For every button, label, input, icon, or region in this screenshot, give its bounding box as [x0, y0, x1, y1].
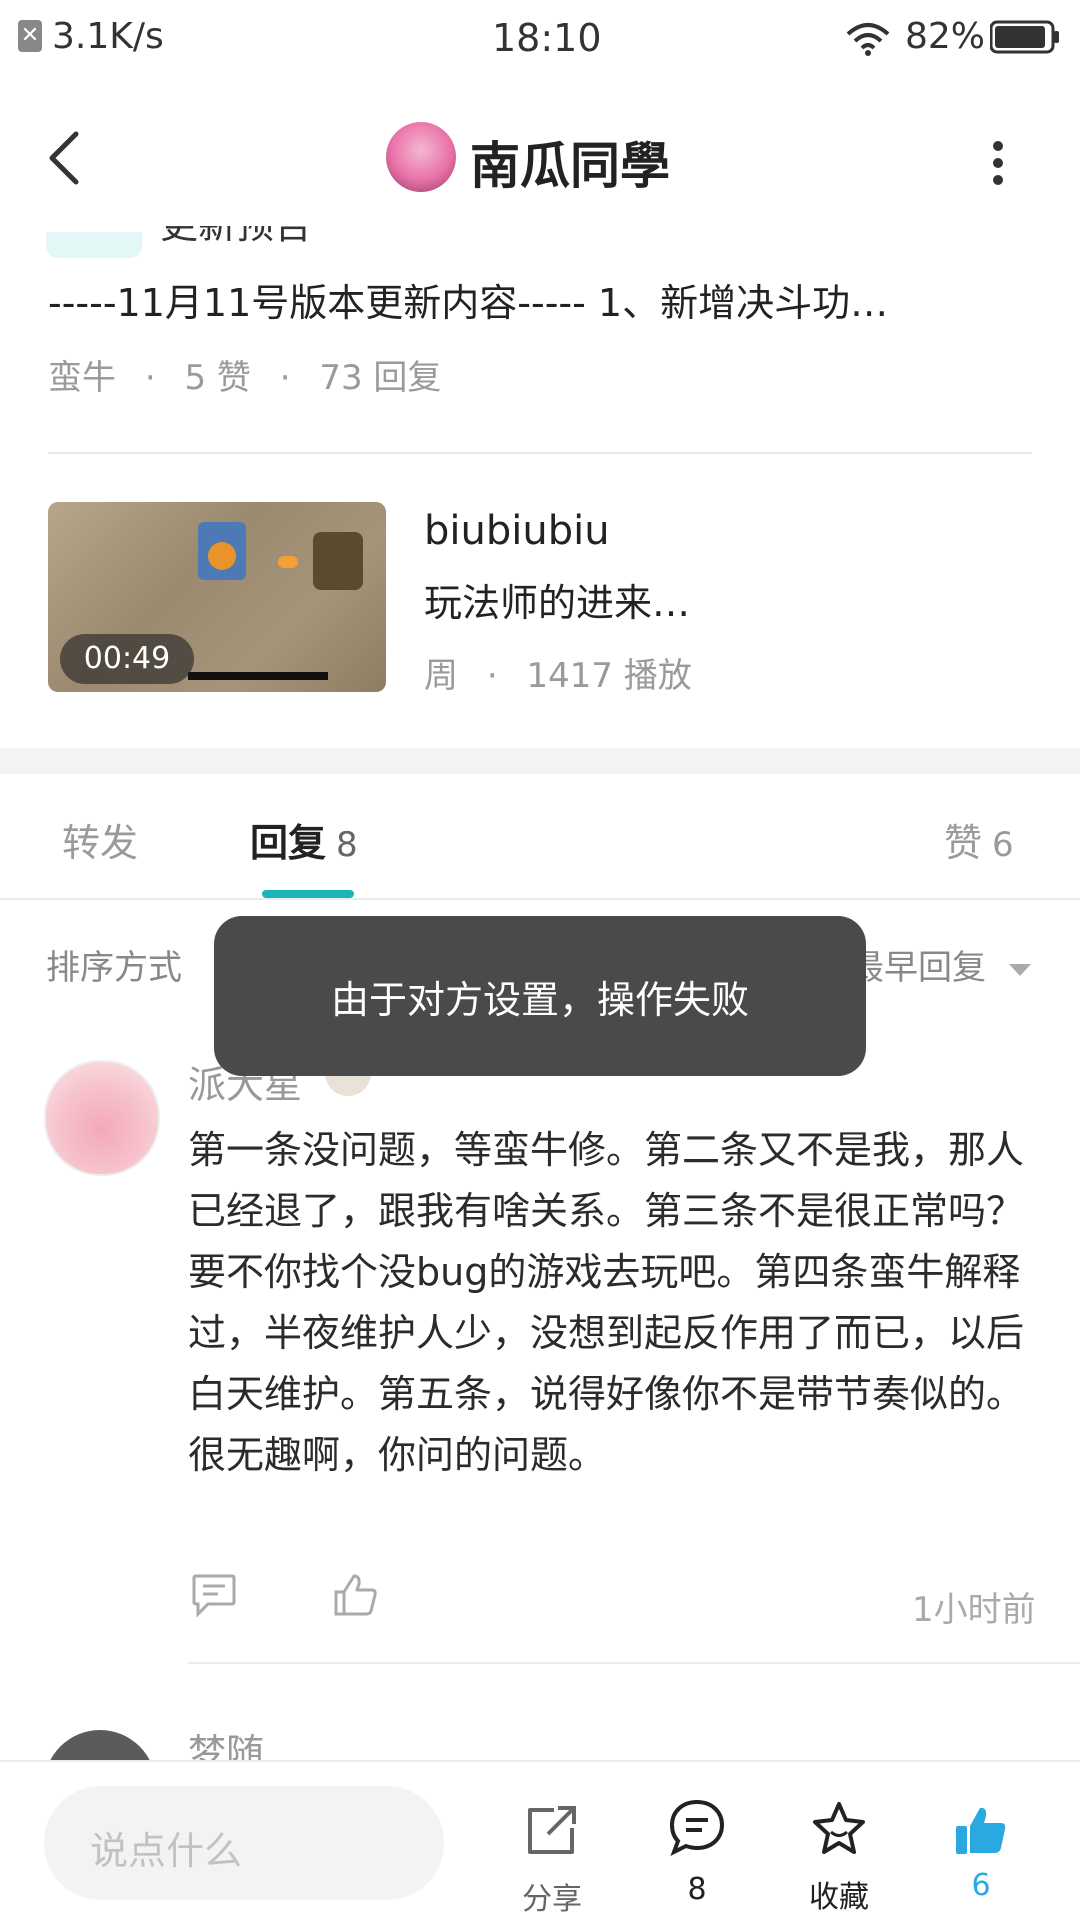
- post-author[interactable]: 蛮牛: [48, 358, 116, 398]
- tab-forward[interactable]: 转发: [62, 812, 138, 867]
- comments-icon[interactable]: [668, 1798, 726, 1856]
- video-duration: 00:49: [83, 641, 171, 676]
- reply-icon[interactable]: [190, 1572, 238, 1618]
- sort-label: 排序方式: [46, 948, 182, 988]
- battery-icon: [990, 20, 1059, 54]
- tab-likes-count: 6: [992, 825, 1014, 865]
- comment-author-2-text: 梦随: [188, 1731, 265, 1760]
- toast-message: 由于对方设置，操作失败: [214, 916, 866, 1076]
- tab-replies-count: 8: [336, 825, 358, 865]
- notification-icon: ✕: [18, 20, 42, 52]
- tab-likes[interactable]: 赞6: [944, 812, 1014, 867]
- video-title[interactable]: biubiubiu: [424, 508, 610, 554]
- divider: [48, 452, 1032, 454]
- status-bar: ✕ 3.1K/s 18:10 82%: [0, 0, 1080, 78]
- tab-active-indicator: [262, 890, 354, 898]
- post-meta: 蛮牛 · 5 赞 · 73 回复: [48, 358, 442, 398]
- tab-replies[interactable]: 回复 8: [250, 812, 358, 867]
- sort-dropdown[interactable]: 最早回复: [850, 940, 1033, 989]
- comments-count[interactable]: 8: [637, 1872, 757, 1907]
- favorite-label[interactable]: 收藏: [779, 1872, 899, 1916]
- bottom-action-bar: 说点什么 分享 8 收藏 6: [0, 1760, 1080, 1922]
- comment-divider: [188, 1662, 1080, 1664]
- more-options-icon[interactable]: [990, 138, 1006, 188]
- like-filled-icon[interactable]: [954, 1804, 1008, 1856]
- commenter-avatar[interactable]: [44, 1060, 160, 1176]
- user-avatar[interactable]: [386, 122, 456, 192]
- tabs-divider: [0, 898, 1080, 900]
- tab-likes-label: 赞: [944, 821, 983, 865]
- chevron-down-icon: [1008, 963, 1031, 976]
- post-likes: 5 赞: [184, 358, 251, 398]
- post-text[interactable]: -----11月11号版本更新内容----- 1、新增决斗功…: [48, 272, 1008, 327]
- comment-input[interactable]: 说点什么: [44, 1786, 444, 1900]
- video-desc[interactable]: 玩法师的进来…: [424, 572, 690, 627]
- post-partial-title: 更新预告: [160, 226, 312, 256]
- video-thumbnail[interactable]: 00:49: [48, 502, 386, 692]
- comment-time: 1小时前: [912, 1590, 1036, 1630]
- share-icon[interactable]: [524, 1802, 580, 1858]
- top-nav: 南瓜同學: [0, 78, 1080, 238]
- post-tag: [46, 232, 142, 258]
- post-replies: 73 回复: [319, 358, 442, 398]
- post-partial-title-text: 更新预告: [160, 226, 312, 244]
- tab-forward-label: 转发: [62, 821, 139, 865]
- net-speed: 3.1K/s: [52, 16, 164, 57]
- back-icon[interactable]: [44, 128, 84, 188]
- video-plays: 1417 播放: [526, 656, 692, 696]
- sort-value: 最早回复: [850, 948, 986, 988]
- comment-input-placeholder: 说点什么: [90, 1829, 243, 1873]
- clock: 18:10: [492, 16, 602, 60]
- like-icon[interactable]: [332, 1572, 378, 1618]
- toast-text: 由于对方设置，操作失败: [330, 977, 749, 1022]
- comment-text: 第一条没问题，等蛮牛修。第二条又不是我，那人已经退了，跟我有啥关系。第三条不是很…: [188, 1128, 1025, 1477]
- video-duration-badge: 00:49: [60, 634, 194, 684]
- page-title: 南瓜同學: [470, 137, 670, 195]
- share-label[interactable]: 分享: [492, 1874, 612, 1918]
- comment-author-2[interactable]: 梦随: [188, 1722, 264, 1760]
- commenter-avatar-2[interactable]: [44, 1730, 156, 1760]
- video-meta: 周 · 1417 播放: [424, 656, 692, 696]
- video-author[interactable]: 周: [424, 656, 458, 696]
- wifi-icon: [846, 23, 890, 56]
- like-count[interactable]: 6: [921, 1868, 1041, 1903]
- favorite-star-icon[interactable]: [810, 1800, 868, 1858]
- tab-replies-label: 回复: [250, 821, 327, 865]
- section-separator: [0, 748, 1080, 774]
- battery-percent: 82%: [905, 16, 986, 57]
